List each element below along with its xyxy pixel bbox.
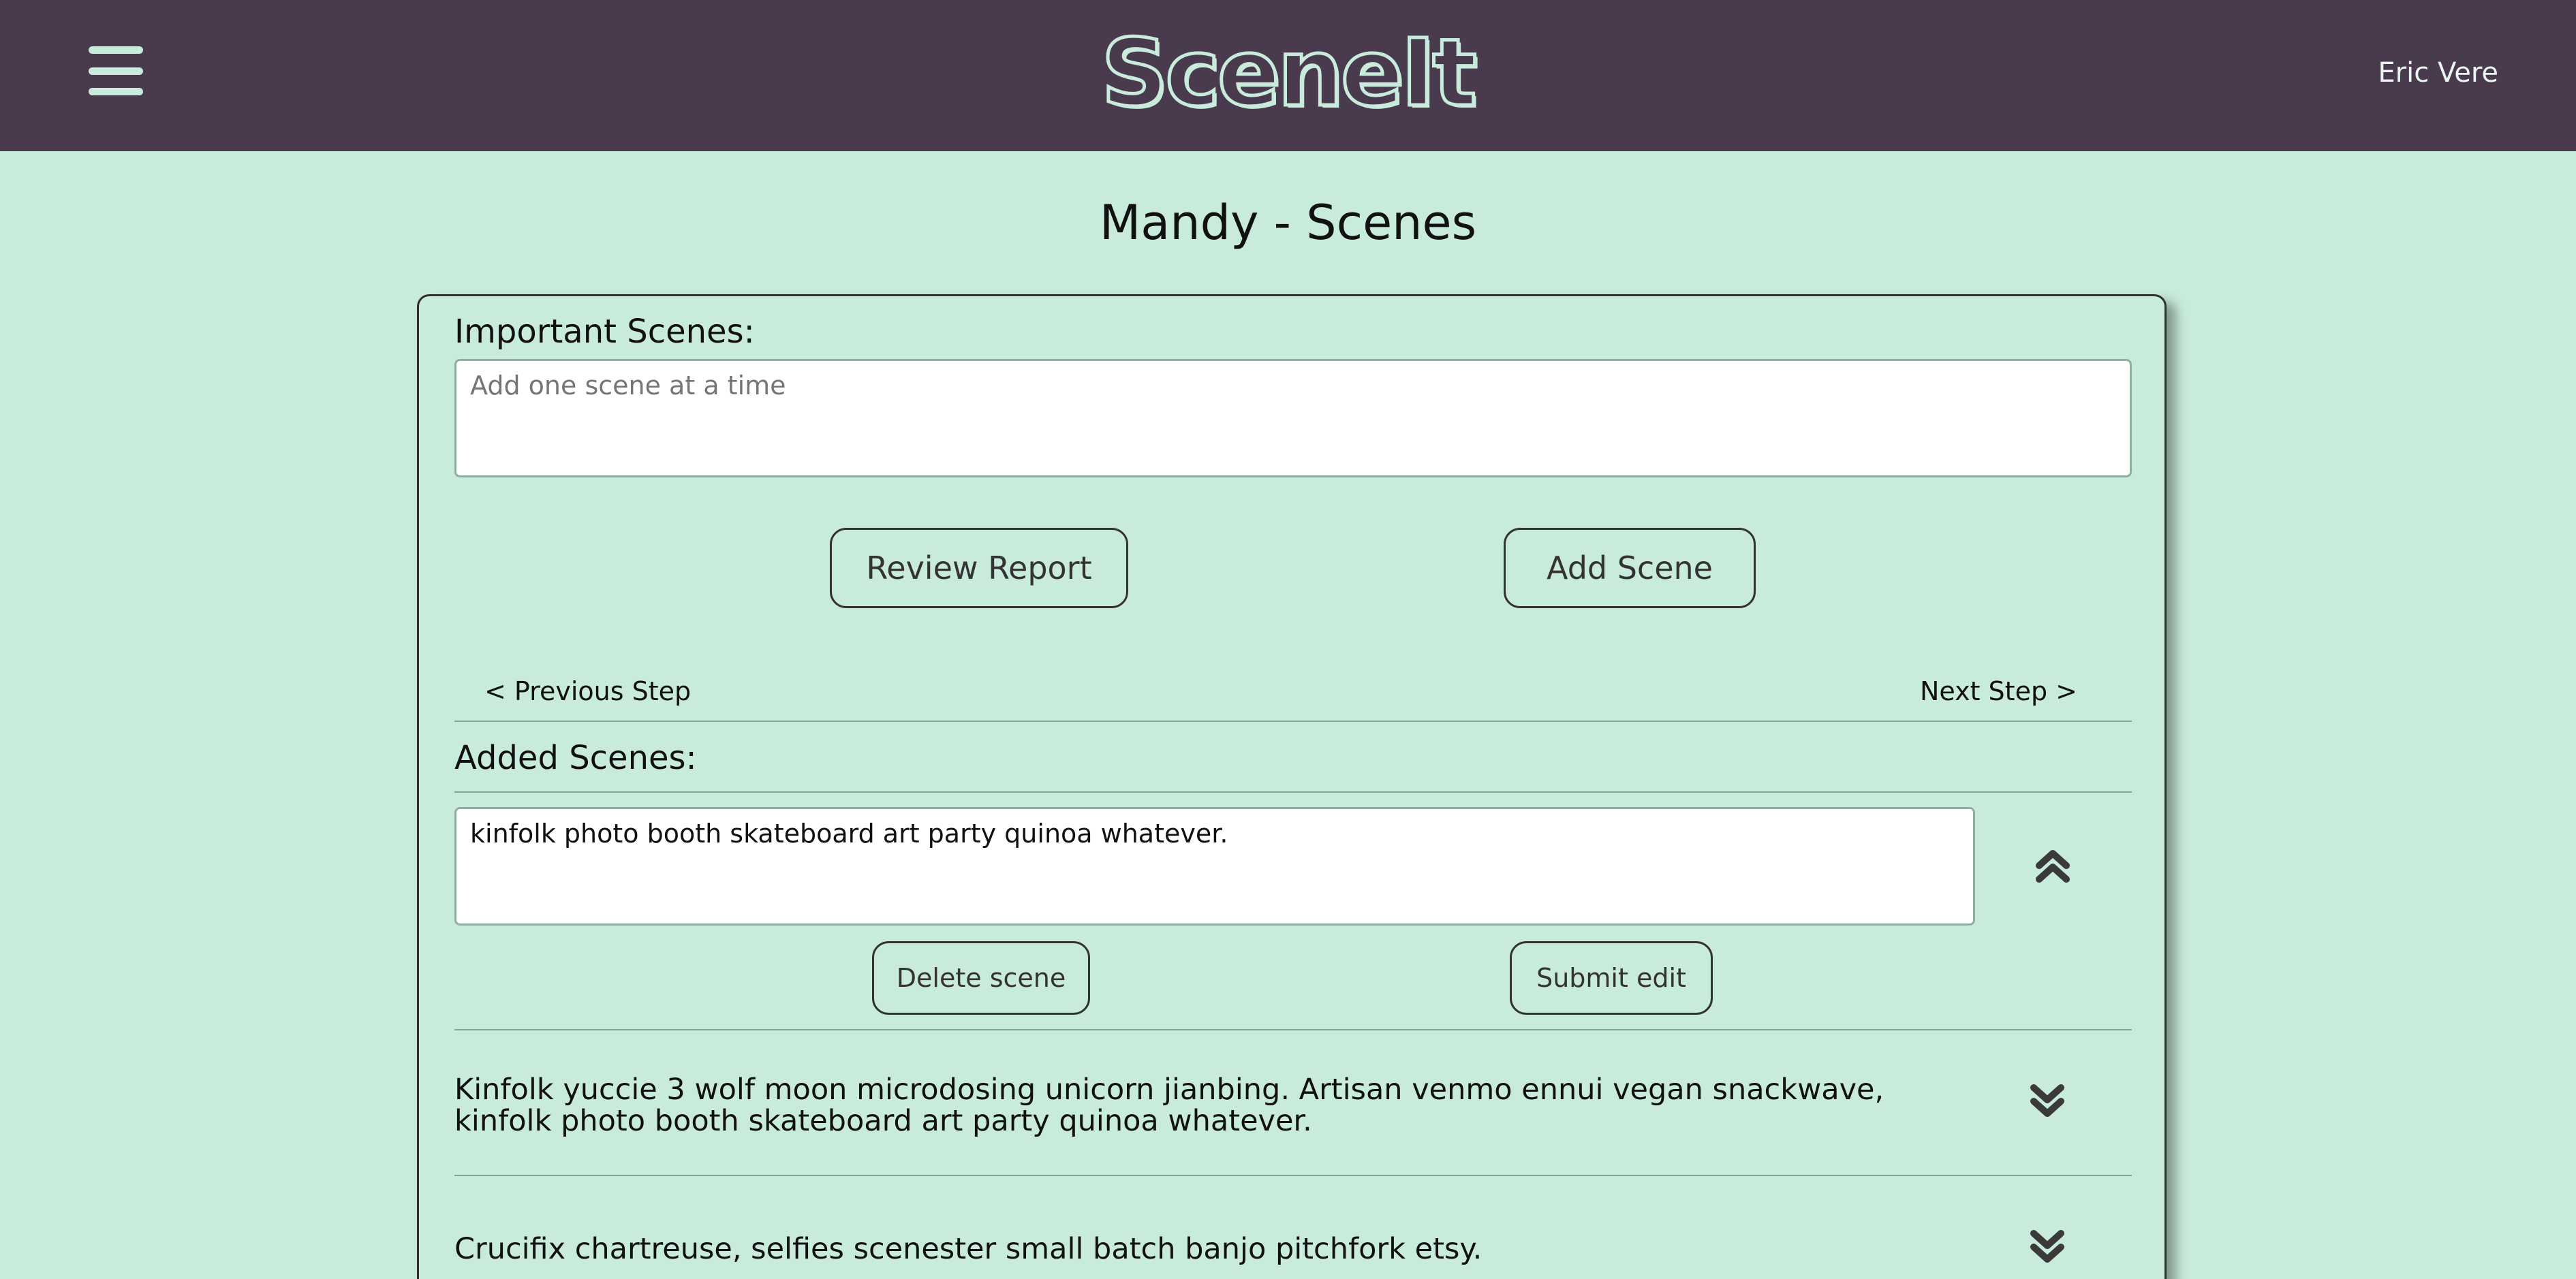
page-title: Mandy - Scenes	[1099, 195, 1477, 251]
delete-scene-button[interactable]: Delete scene	[872, 941, 1090, 1015]
submit-edit-button[interactable]: Submit edit	[1510, 941, 1713, 1015]
scene-item-text[interactable]: Crucifix chartreuse, selfies scenester s…	[454, 1233, 1987, 1265]
menu-line	[89, 88, 143, 95]
added-scenes-label: Added Scenes:	[454, 739, 697, 777]
next-step-link[interactable]: Next Step >	[1920, 676, 2077, 706]
scene-edit-field[interactable]: kinfolk photo booth skateboard art party…	[454, 807, 1975, 926]
chevron-double-down-icon[interactable]	[2027, 1227, 2068, 1267]
menu-line	[89, 67, 143, 75]
divider	[454, 791, 2132, 793]
important-scenes-label: Important Scenes:	[454, 313, 755, 351]
hamburger-menu-icon[interactable]	[89, 46, 143, 95]
scene-input[interactable]	[454, 359, 2132, 477]
review-report-button[interactable]: Review Report	[830, 528, 1128, 608]
scene-item-text[interactable]: Kinfolk yuccie 3 wolf moon microdosing u…	[454, 1074, 1987, 1137]
divider	[454, 1175, 2132, 1176]
user-name[interactable]: Eric Vere	[2378, 57, 2498, 89]
add-scene-button[interactable]: Add Scene	[1504, 528, 1756, 608]
divider	[454, 1029, 2132, 1030]
top-navigation-bar: SceneIt Eric Vere	[0, 0, 2576, 151]
chevron-double-up-icon[interactable]	[2032, 845, 2073, 886]
chevron-double-down-icon[interactable]	[2027, 1081, 2068, 1122]
app-logo[interactable]: SceneIt	[1100, 18, 1478, 129]
divider	[454, 721, 2132, 722]
scenes-card: Important Scenes: Review Report Add Scen…	[417, 294, 2167, 1279]
previous-step-link[interactable]: < Previous Step	[484, 676, 691, 706]
menu-line	[89, 46, 143, 54]
